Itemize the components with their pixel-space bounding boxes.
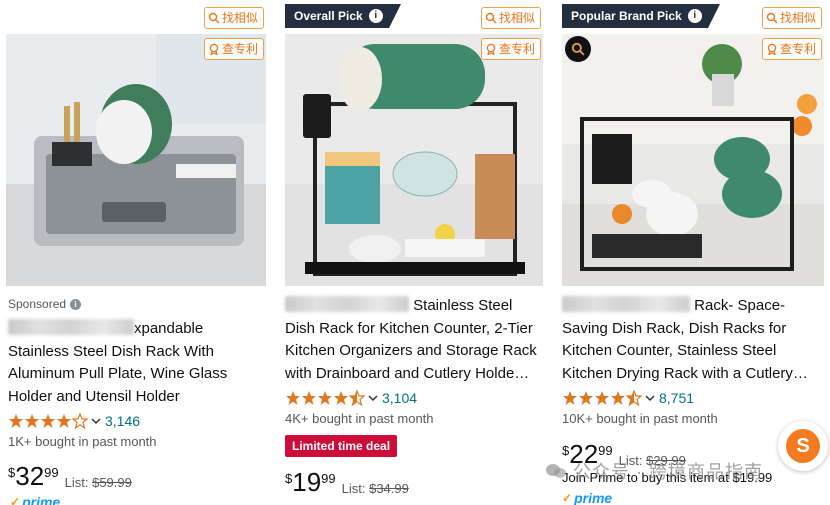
patent-icon (486, 43, 496, 55)
floating-extension-button[interactable]: S (778, 421, 828, 471)
product-card-2[interactable]: Overall Pick i 找相似 查专利 Stainless Steel D… (279, 0, 549, 505)
patent-icon (767, 43, 777, 55)
star-full-icon (57, 414, 71, 428)
find-similar-label: 找相似 (221, 11, 258, 25)
redacted-brand (285, 296, 409, 312)
search-icon (766, 12, 778, 24)
review-count[interactable]: 8,751 (659, 390, 694, 406)
watermark: 公众号 · 跨境商品指南 (545, 458, 763, 484)
find-similar-label: 找相似 (498, 11, 535, 25)
find-similar-button[interactable]: 找相似 (203, 7, 264, 29)
find-similar-button[interactable]: 找相似 (480, 7, 541, 29)
search-icon (208, 12, 220, 24)
star-half-icon (349, 390, 365, 406)
star-full-icon (579, 391, 593, 405)
rating[interactable]: 8,751 (562, 390, 694, 406)
sponsored-label[interactable]: Sponsored i (8, 297, 82, 311)
star-full-icon (286, 391, 300, 405)
star-full-icon (318, 391, 332, 405)
review-count[interactable]: 3,146 (105, 413, 140, 429)
rating[interactable]: 3,104 (285, 390, 417, 406)
wechat-icon (546, 464, 566, 478)
list-price: List: $34.99 (341, 481, 409, 496)
prime-badge: ✓ prime (562, 490, 613, 505)
rating[interactable]: 3,146 (8, 413, 140, 429)
check-patent-label: 查专利 (221, 42, 258, 56)
check-patent-label: 查专利 (498, 42, 535, 56)
product-title[interactable]: xpandable Stainless Steel Dish Rack With… (8, 318, 268, 408)
bought-count: 1K+ bought in past month (8, 434, 157, 449)
redacted-brand (562, 296, 690, 312)
price[interactable]: $ 32 99 List: $59.99 (8, 462, 132, 490)
star-full-icon (41, 414, 55, 428)
list-price: List: $59.99 (64, 475, 132, 490)
dish-rack-image (285, 34, 543, 286)
star-empty-icon (72, 413, 88, 429)
patent-icon (209, 43, 219, 55)
dish-rack-image (6, 34, 266, 286)
prime-check-icon: ✓ (10, 495, 21, 505)
star-full-icon (611, 391, 625, 405)
star-full-icon (595, 391, 609, 405)
popular-brand-pick-badge[interactable]: Popular Brand Pick i (562, 4, 720, 28)
star-full-icon (334, 391, 348, 405)
info-icon[interactable]: i (368, 9, 383, 23)
visual-search-button[interactable] (565, 36, 591, 62)
chevron-down-icon[interactable] (368, 393, 378, 403)
price[interactable]: $ 19 99 List: $34.99 (285, 468, 409, 496)
product-image[interactable] (562, 34, 824, 286)
search-icon (571, 42, 585, 56)
bought-count: 4K+ bought in past month (285, 411, 434, 426)
star-rating (8, 413, 88, 429)
prime-check-icon: ✓ (562, 491, 573, 505)
check-patent-button[interactable]: 查专利 (761, 38, 822, 60)
prime-badge: ✓ prime (10, 494, 60, 505)
product-title[interactable]: Rack- Space- Saving Dish Rack, Dish Rack… (562, 295, 826, 385)
star-full-icon (563, 391, 577, 405)
product-grid: 找相似 查专利 Sponsored i xpandable Stainless … (0, 0, 830, 505)
star-full-icon (25, 414, 39, 428)
check-patent-label: 查专利 (779, 42, 816, 56)
extension-logo-icon: S (786, 429, 820, 463)
star-rating (285, 390, 365, 406)
bought-count: 10K+ bought in past month (562, 411, 718, 426)
check-patent-button[interactable]: 查专利 (203, 38, 264, 60)
overall-pick-badge[interactable]: Overall Pick i (285, 4, 401, 28)
product-card-1[interactable]: 找相似 查专利 Sponsored i xpandable Stainless … (0, 0, 272, 505)
product-title[interactable]: Stainless Steel Dish Rack for Kitchen Co… (285, 295, 545, 385)
find-similar-label: 找相似 (779, 11, 816, 25)
chevron-down-icon[interactable] (645, 393, 655, 403)
check-patent-button[interactable]: 查专利 (480, 38, 541, 60)
info-icon[interactable]: i (70, 298, 82, 310)
redacted-brand (8, 319, 134, 335)
find-similar-button[interactable]: 找相似 (761, 7, 822, 29)
product-image[interactable] (285, 34, 543, 286)
star-full-icon (302, 391, 316, 405)
chevron-down-icon[interactable] (91, 416, 101, 426)
limited-time-deal-badge: Limited time deal (285, 435, 398, 457)
product-image[interactable] (6, 34, 266, 286)
review-count[interactable]: 3,104 (382, 390, 417, 406)
dish-rack-image (562, 34, 824, 286)
search-icon (485, 12, 497, 24)
star-full-icon (9, 414, 23, 428)
star-half-icon (626, 390, 642, 406)
info-icon[interactable]: i (687, 9, 702, 23)
star-rating (562, 390, 642, 406)
